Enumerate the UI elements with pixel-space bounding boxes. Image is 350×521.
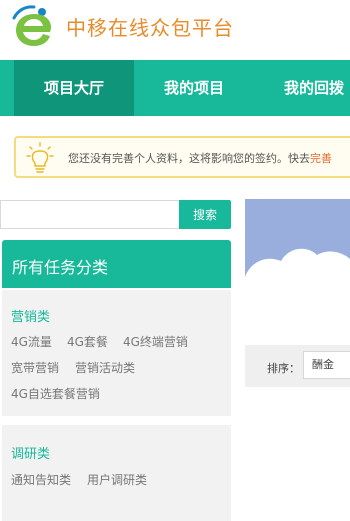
- sort-select[interactable]: 酬金: [303, 351, 350, 379]
- search-input[interactable]: [0, 200, 180, 229]
- category-link[interactable]: 宽带营销: [11, 359, 59, 376]
- category-link[interactable]: 营销活动类: [75, 359, 135, 376]
- category-link[interactable]: 4G自选套餐营销: [11, 385, 100, 402]
- sort-label: 排序：: [267, 362, 300, 375]
- category-link[interactable]: 4G终端营销: [123, 333, 188, 350]
- category-link[interactable]: 通知告知类: [11, 471, 71, 488]
- search-button[interactable]: 搜索: [179, 200, 231, 229]
- category-group-marketing: 营销类 4G流量 4G套餐 4G终端营销 宽带营销 营销活动类 4G自选套餐营销: [2, 290, 231, 420]
- promo-banner[interactable]: [245, 199, 350, 345]
- cloud-illustration: [245, 199, 350, 345]
- profile-notice: 您还没有完善个人资料，这将影响您的签约。快去完善: [14, 136, 350, 178]
- category-group-title[interactable]: 营销类: [11, 306, 50, 325]
- category-group-research: 调研类 通知告知类 用户调研类: [2, 425, 231, 521]
- category-group-title[interactable]: 调研类: [11, 443, 50, 462]
- sort-bar: 排序： 酬金: [245, 345, 350, 387]
- nav-item-my-callbacks[interactable]: 我的回拨: [254, 60, 350, 116]
- category-link[interactable]: 4G套餐: [67, 333, 108, 350]
- nav-item-project-hall[interactable]: 项目大厅: [14, 60, 134, 116]
- e-logo-icon[interactable]: [12, 4, 60, 48]
- complete-profile-link[interactable]: 完善: [310, 152, 332, 165]
- notice-text: 您还没有完善个人资料，这将影响您的签约。快去完善: [68, 152, 332, 165]
- category-header-title: 所有任务分类: [12, 258, 109, 277]
- category-header: 所有任务分类: [2, 240, 231, 288]
- site-header: 中移在线众包平台: [0, 0, 350, 58]
- lightbulb-icon: [26, 142, 54, 173]
- category-link[interactable]: 4G流量: [11, 333, 52, 350]
- site-title: 中移在线众包平台: [66, 16, 234, 40]
- main-nav: 项目大厅 我的项目 我的回拨: [0, 60, 350, 116]
- nav-item-my-projects[interactable]: 我的项目: [134, 60, 254, 116]
- category-link[interactable]: 用户调研类: [87, 471, 147, 488]
